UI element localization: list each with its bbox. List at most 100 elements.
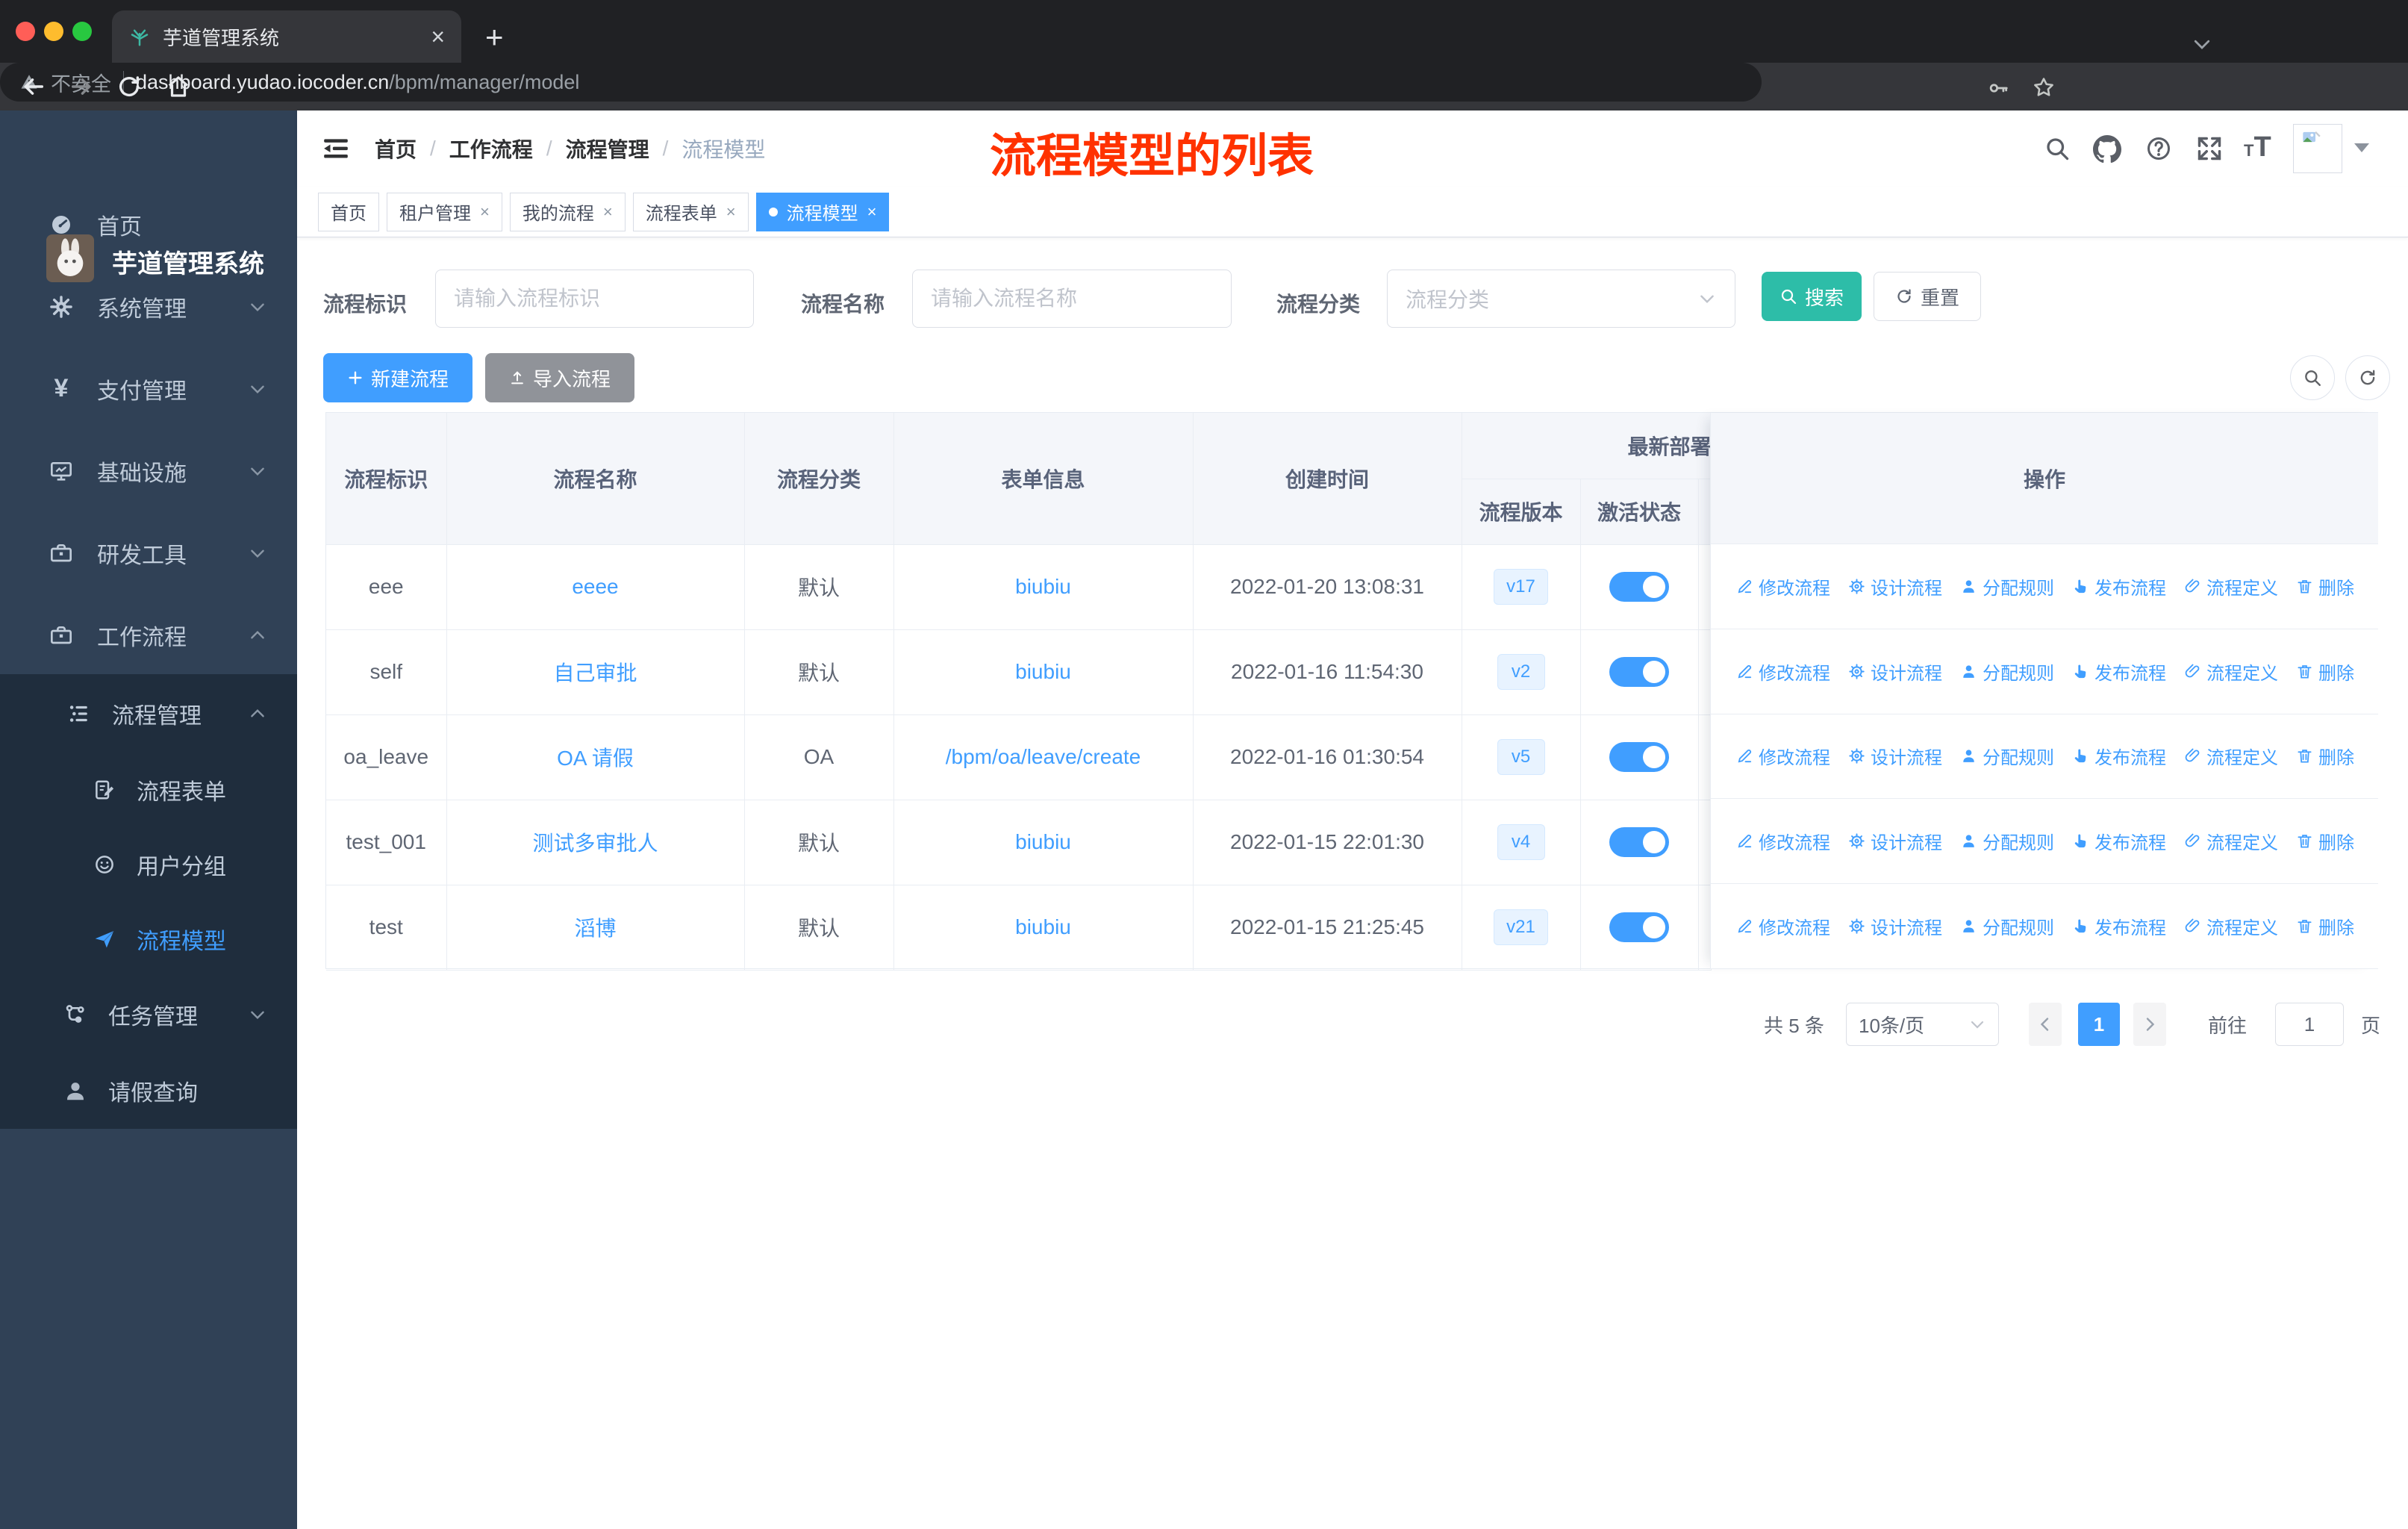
github-icon[interactable] <box>2093 135 2121 164</box>
next-page-button[interactable] <box>2133 1003 2166 1046</box>
bookmark-star-icon[interactable] <box>2032 75 2056 99</box>
sidebar-collapse-icon[interactable] <box>321 134 351 164</box>
page-size-select[interactable]: 10条/页 <box>1846 1003 1999 1046</box>
action-delete[interactable]: 删除 <box>2296 828 2354 854</box>
search-icon[interactable] <box>2044 135 2071 162</box>
breadcrumb-workflow[interactable]: 工作流程 <box>449 134 533 164</box>
active-toggle[interactable] <box>1609 742 1669 772</box>
tag-close-icon[interactable]: × <box>726 203 736 220</box>
prev-page-button[interactable] <box>2029 1003 2062 1046</box>
form-link[interactable]: biubiu <box>1015 915 1071 938</box>
sidebar-item-home[interactable]: 首页 <box>0 185 297 264</box>
avatar-caret-icon[interactable] <box>2354 143 2369 152</box>
sidebar-item-system[interactable]: 系统管理 <box>0 267 297 346</box>
action-definition[interactable]: 流程定义 <box>2184 913 2278 939</box>
tag-process-model[interactable]: 流程模型 × <box>755 192 890 231</box>
action-design[interactable]: 设计流程 <box>1848 828 1942 854</box>
import-process-button[interactable]: 导入流程 <box>485 353 634 402</box>
sidebar-item-task-management[interactable]: 任务管理 <box>0 977 297 1053</box>
action-assign-rule[interactable]: 分配规则 <box>1960 828 2054 854</box>
action-publish[interactable]: 发布流程 <box>2072 913 2166 939</box>
action-design[interactable]: 设计流程 <box>1848 573 1942 600</box>
action-edit[interactable]: 修改流程 <box>1736 913 1830 939</box>
action-design[interactable]: 设计流程 <box>1848 913 1942 939</box>
action-publish[interactable]: 发布流程 <box>2072 573 2166 600</box>
help-icon[interactable] <box>2145 135 2172 162</box>
reload-icon[interactable] <box>116 74 142 99</box>
form-link[interactable]: /bpm/oa/leave/create <box>946 745 1141 768</box>
action-delete[interactable]: 删除 <box>2296 743 2354 769</box>
action-design[interactable]: 设计流程 <box>1848 658 1942 685</box>
action-definition[interactable]: 流程定义 <box>2184 573 2278 600</box>
form-link[interactable]: biubiu <box>1015 660 1071 683</box>
breadcrumb-home[interactable]: 首页 <box>375 134 417 164</box>
font-size-icon[interactable]: TT <box>2244 131 2271 164</box>
goto-page-input[interactable] <box>2275 1003 2344 1046</box>
sidebar-item-process-model[interactable]: 流程模型 <box>0 902 297 977</box>
action-publish[interactable]: 发布流程 <box>2072 743 2166 769</box>
model-name-link[interactable]: 自己审批 <box>553 661 637 685</box>
window-close-button[interactable] <box>16 22 35 41</box>
key-icon[interactable] <box>1987 77 2009 99</box>
action-edit[interactable]: 修改流程 <box>1736 658 1830 685</box>
table-search-toggle-button[interactable] <box>2290 355 2335 400</box>
model-name-link[interactable]: 滔博 <box>574 917 616 940</box>
action-assign-rule[interactable]: 分配规则 <box>1960 658 2054 685</box>
forward-icon[interactable] <box>69 74 94 99</box>
tab-close-icon[interactable]: × <box>431 25 445 49</box>
current-page-button[interactable]: 1 <box>2078 1003 2120 1046</box>
tag-my-process[interactable]: 我的流程 × <box>509 192 626 231</box>
fullscreen-icon[interactable] <box>2196 135 2223 162</box>
avatar[interactable] <box>2293 124 2342 173</box>
action-definition[interactable]: 流程定义 <box>2184 743 2278 769</box>
sidebar-item-user-group[interactable]: 用户分组 <box>0 827 297 902</box>
new-tab-button[interactable]: + <box>485 19 504 55</box>
tag-close-icon[interactable]: × <box>603 203 613 220</box>
action-definition[interactable]: 流程定义 <box>2184 828 2278 854</box>
sidebar-item-process-management[interactable]: 流程管理 <box>0 674 297 753</box>
action-delete[interactable]: 删除 <box>2296 573 2354 600</box>
sidebar-item-payment[interactable]: ¥ 支付管理 <box>0 349 297 428</box>
tag-home[interactable]: 首页 <box>318 192 379 231</box>
active-toggle[interactable] <box>1609 572 1669 602</box>
sidebar-item-infrastructure[interactable]: 基础设施 <box>0 432 297 510</box>
action-publish[interactable]: 发布流程 <box>2072 658 2166 685</box>
window-zoom-button[interactable] <box>72 22 92 41</box>
version-badge[interactable]: v17 <box>1494 569 1548 605</box>
action-definition[interactable]: 流程定义 <box>2184 658 2278 685</box>
tag-close-icon[interactable]: × <box>480 203 490 220</box>
action-edit[interactable]: 修改流程 <box>1736 573 1830 600</box>
table-refresh-button[interactable] <box>2345 355 2390 400</box>
action-delete[interactable]: 删除 <box>2296 658 2354 685</box>
version-badge[interactable]: v21 <box>1494 909 1548 945</box>
version-badge[interactable]: v4 <box>1497 824 1545 860</box>
filter-key-input[interactable] <box>435 270 754 328</box>
window-minimize-button[interactable] <box>44 22 63 41</box>
form-link[interactable]: biubiu <box>1015 575 1071 598</box>
model-name-link[interactable]: OA 请假 <box>557 747 634 770</box>
action-edit[interactable]: 修改流程 <box>1736 743 1830 769</box>
tab-list-chevron-icon[interactable] <box>2191 33 2213 55</box>
action-publish[interactable]: 发布流程 <box>2072 828 2166 854</box>
sidebar-item-workflow[interactable]: 工作流程 <box>0 596 297 674</box>
action-design[interactable]: 设计流程 <box>1848 743 1942 769</box>
filter-category-select[interactable]: 流程分类 <box>1387 270 1735 328</box>
breadcrumb-process-management[interactable]: 流程管理 <box>566 134 649 164</box>
tag-close-icon[interactable]: × <box>867 203 877 220</box>
action-delete[interactable]: 删除 <box>2296 913 2354 939</box>
active-toggle[interactable] <box>1609 827 1669 857</box>
version-badge[interactable]: v5 <box>1497 739 1545 775</box>
reset-button[interactable]: 重置 <box>1874 272 1981 321</box>
action-assign-rule[interactable]: 分配规则 <box>1960 743 2054 769</box>
sidebar-item-leave-query[interactable]: 请假查询 <box>0 1053 297 1129</box>
tag-tenant[interactable]: 租户管理 × <box>387 192 502 231</box>
version-badge[interactable]: v2 <box>1497 654 1545 690</box>
create-process-button[interactable]: 新建流程 <box>323 353 472 402</box>
sidebar-item-process-form[interactable]: 流程表单 <box>0 753 297 827</box>
browser-tab[interactable]: 芋道管理系统 × <box>112 10 461 63</box>
form-link[interactable]: biubiu <box>1015 830 1071 853</box>
search-button[interactable]: 搜索 <box>1762 272 1862 321</box>
home-icon[interactable] <box>166 74 191 99</box>
action-edit[interactable]: 修改流程 <box>1736 828 1830 854</box>
filter-name-input[interactable] <box>912 270 1232 328</box>
